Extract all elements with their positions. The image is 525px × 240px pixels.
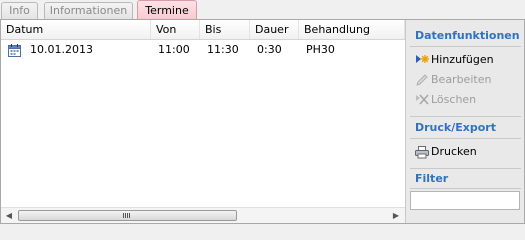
cell-datum: 10.01.2013 <box>30 43 93 56</box>
column-header-behandlung[interactable]: Behandlung <box>299 20 405 39</box>
divider <box>410 188 521 189</box>
printer-icon <box>415 146 429 159</box>
calendar-icon <box>8 44 21 57</box>
cell-dauer: 0:30 <box>257 43 282 56</box>
main-frame: Datum Von Bis Dauer Behandlung 10.01.201… <box>0 19 525 224</box>
appointments-grid: Datum Von Bis Dauer Behandlung 10.01.201… <box>1 20 405 223</box>
tab-informationen[interactable]: Informationen <box>44 2 133 19</box>
delete-icon <box>416 94 429 105</box>
tab-bar: Info Informationen Termine <box>0 0 525 20</box>
section-title-filter: Filter <box>415 172 449 185</box>
add-icon <box>416 55 429 63</box>
section-title-datenfunktionen: Datenfunktionen <box>415 29 520 42</box>
tab-info[interactable]: Info <box>1 2 38 19</box>
cell-behandlung: PH30 <box>306 43 335 56</box>
scrollbar-thumb[interactable] <box>18 210 237 221</box>
table-row[interactable]: 10.01.2013 11:00 11:30 0:30 PH30 <box>1 40 405 60</box>
edit-button-label: Bearbeiten <box>431 73 492 86</box>
grid-header: Datum Von Bis Dauer Behandlung <box>1 20 405 40</box>
tab-termine[interactable]: Termine <box>137 0 197 20</box>
column-header-datum[interactable]: Datum <box>1 20 151 39</box>
horizontal-scrollbar[interactable]: ◀ ▶ <box>1 207 405 223</box>
print-button-label: Drucken <box>431 145 477 158</box>
section-title-druck-export: Druck/Export <box>415 121 496 134</box>
column-header-dauer[interactable]: Dauer <box>250 20 299 39</box>
pencil-icon <box>416 74 428 86</box>
filter-input[interactable] <box>410 191 520 210</box>
divider <box>410 46 521 47</box>
divider <box>410 138 521 139</box>
column-header-von[interactable]: Von <box>151 20 200 39</box>
side-panel: Datenfunktionen Hinzufügen Bearbeiten Lö… <box>405 20 524 223</box>
delete-button-label: Löschen <box>431 93 477 106</box>
divider <box>410 116 521 117</box>
column-header-bis[interactable]: Bis <box>200 20 250 39</box>
scroll-right-icon[interactable]: ▶ <box>388 208 404 223</box>
scroll-left-icon[interactable]: ◀ <box>1 208 17 223</box>
add-button-label: Hinzufügen <box>431 53 494 66</box>
cell-von: 11:00 <box>158 43 190 56</box>
cell-bis: 11:30 <box>207 43 239 56</box>
divider <box>410 168 521 169</box>
